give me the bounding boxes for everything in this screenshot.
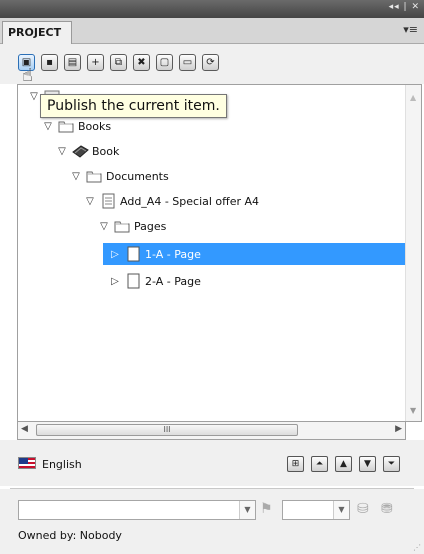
move-bottom-button[interactable]: ⏷: [383, 456, 400, 472]
move-up-icon: ▲: [340, 459, 347, 469]
move-bottom-icon: ⏷: [387, 459, 396, 469]
tab-project[interactable]: PROJECT: [2, 21, 72, 44]
move-top-button[interactable]: ⏶: [311, 456, 328, 472]
move-top-icon: ⏶: [315, 459, 324, 469]
frame-button[interactable]: ▭: [179, 54, 196, 71]
add-icon: +: [91, 57, 100, 68]
toolbar: ▣ ▪ ▤ + ⧉ ✖ ▢ ▭ ⟳ ☝: [0, 44, 424, 86]
expand-arrow-icon[interactable]: ▽: [70, 170, 82, 182]
book-icon: [71, 143, 89, 159]
save-icon: ▪: [46, 57, 53, 68]
tree-node-label: 2-A - Page: [145, 274, 201, 288]
us-flag-icon: [18, 457, 36, 469]
tree-node-label: 1-A - Page: [145, 247, 201, 261]
page-icon: [124, 246, 142, 262]
status-combo[interactable]: ▼: [282, 500, 350, 520]
folder-icon: [57, 118, 75, 134]
hand-cursor-icon: ☝: [22, 65, 33, 86]
panel-title-bar: ◂◂ | ✕: [0, 0, 424, 18]
delete-button[interactable]: ✖: [133, 54, 150, 71]
tree-node-label: Book: [92, 144, 120, 158]
scroll-thumb[interactable]: III: [36, 424, 298, 436]
tree-node-label: Add_A4 - Special offer A4: [120, 194, 260, 208]
horizontal-scrollbar[interactable]: ◀ III ▶: [17, 422, 406, 440]
delete-icon: ✖: [137, 57, 146, 68]
unlock-icon[interactable]: ⛃: [381, 501, 393, 517]
panel-menu-icon[interactable]: ▾≡: [403, 23, 418, 36]
tree-node-add-a4[interactable]: ▽ Add_A4 - Special offer A4: [84, 190, 259, 212]
language-label: English: [42, 458, 82, 471]
scroll-right-icon[interactable]: ▶: [395, 424, 402, 434]
expand-arrow-icon[interactable]: ▽: [42, 120, 54, 132]
folder-icon: [113, 218, 131, 234]
properties-icon: ▤: [67, 57, 78, 68]
expand-arrow-icon[interactable]: ▽: [84, 195, 96, 207]
language-tree-button[interactable]: ⊞: [287, 456, 304, 472]
flag-icon[interactable]: ⚑: [260, 501, 273, 517]
resize-grip-icon[interactable]: ⋰: [413, 543, 421, 552]
duplicate-button[interactable]: ⧉: [110, 54, 127, 71]
frame-icon: ▭: [182, 57, 193, 68]
tree-node-page-2a[interactable]: ▷ 2-A - Page: [109, 270, 201, 292]
move-down-button[interactable]: ▼: [359, 456, 376, 472]
project-tree[interactable]: ▽ ▽ Books ▽ Book ▽ Documents ▽ Add_A4 - …: [17, 84, 422, 422]
duplicate-icon: ⧉: [114, 57, 123, 68]
properties-button[interactable]: ▤: [64, 54, 81, 71]
tree-node-page-1a[interactable]: ▷ 1-A - Page: [103, 243, 405, 265]
page-icon: ▢: [159, 57, 170, 68]
scroll-up-icon[interactable]: ▲: [410, 93, 416, 102]
tree-node-label: Pages: [134, 219, 167, 233]
move-down-icon: ▼: [364, 459, 371, 469]
scroll-thumb-grip: III: [163, 425, 171, 434]
tree-node-documents[interactable]: ▽ Documents: [70, 165, 169, 187]
chevron-down-icon[interactable]: ▼: [333, 501, 349, 519]
move-up-button[interactable]: ▲: [335, 456, 352, 472]
collapsed-arrow-icon[interactable]: ▷: [109, 248, 121, 260]
refresh-icon: ⟳: [206, 57, 215, 68]
panel-tab-row: PROJECT ▾≡: [0, 18, 424, 44]
window-controls[interactable]: ◂◂ | ✕: [389, 2, 420, 12]
refresh-button[interactable]: ⟳: [202, 54, 219, 71]
tree-node-pages[interactable]: ▽ Pages: [98, 215, 166, 237]
tree-node-label: Documents: [106, 169, 169, 183]
scroll-left-icon[interactable]: ◀: [21, 424, 28, 434]
tree-node-label: Books: [78, 119, 112, 133]
scroll-down-icon[interactable]: ▼: [410, 406, 416, 415]
expand-arrow-icon[interactable]: ▽: [56, 145, 68, 157]
expand-arrow-icon[interactable]: ▽: [98, 220, 110, 232]
collapsed-arrow-icon[interactable]: ▷: [109, 275, 121, 287]
new-page-button[interactable]: ▢: [156, 54, 173, 71]
vertical-scrollbar[interactable]: ▲ ▼: [405, 85, 421, 421]
expand-arrow-icon[interactable]: ▽: [28, 90, 40, 102]
add-button[interactable]: +: [87, 54, 104, 71]
owner-combo[interactable]: ▼: [18, 500, 256, 520]
bottom-panel: ▼ ⚑ ▼ ⛁ ⛃ Owned by: Nobody ⋰: [0, 489, 424, 554]
page-icon: [124, 273, 142, 289]
tree-node-books[interactable]: ▽ Books: [42, 115, 111, 137]
owner-label: Owned by: Nobody: [18, 529, 122, 542]
tree-node-book[interactable]: ▽ Book: [56, 140, 119, 162]
chevron-down-icon[interactable]: ▼: [239, 501, 255, 519]
lock-icon[interactable]: ⛁: [357, 501, 369, 517]
tab-project-label: PROJECT: [8, 26, 62, 39]
tooltip: Publish the current item.: [40, 94, 227, 118]
language-bar: English ⊞ ⏶ ▲ ▼ ⏷: [0, 440, 424, 486]
document-icon: [99, 193, 117, 209]
save-button[interactable]: ▪: [41, 54, 58, 71]
language-tree-icon: ⊞: [291, 459, 300, 469]
folder-icon: [85, 168, 103, 184]
